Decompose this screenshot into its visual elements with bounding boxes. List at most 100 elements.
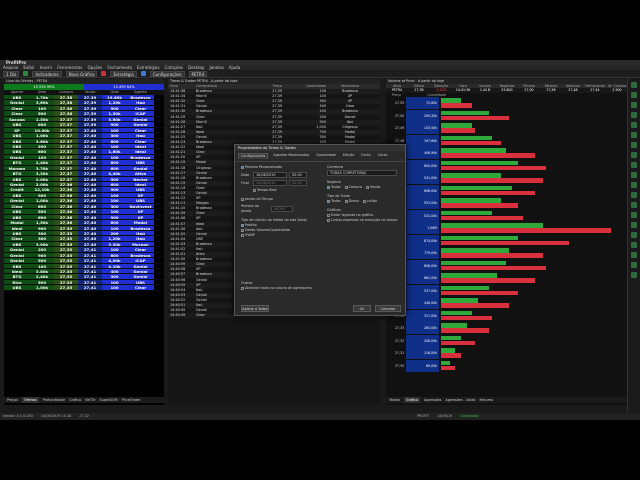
depth-row[interactable]: 27,37661,00k [386, 272, 640, 285]
depth-tab[interactable]: Resumo [480, 397, 494, 403]
depth-row[interactable]: 27,43553,00k [386, 197, 640, 210]
order-book-tab[interactable]: Ofertas [22, 397, 39, 403]
sell-volume-bar [441, 315, 492, 321]
order-book-tab[interactable]: Gráfico [69, 397, 81, 403]
sidebar-tool-icon[interactable] [631, 242, 637, 248]
option-radio[interactable] [344, 185, 348, 189]
order-book-tab[interactable]: NeTTe [85, 397, 95, 403]
sidebar-tool-icon[interactable] [631, 272, 637, 278]
window-period-field[interactable]: 60000 [271, 206, 293, 212]
sidebar-tool-icon[interactable] [631, 152, 637, 158]
depth-row[interactable]: 27,31 118,00k [386, 347, 640, 360]
buy-volume-bar [441, 235, 518, 241]
option-radio[interactable] [327, 199, 330, 203]
sidebar-tool-icon[interactable] [631, 92, 637, 98]
option-radio[interactable] [327, 185, 330, 189]
sidebar-tool-icon[interactable] [631, 142, 637, 148]
order-book-tab[interactable]: Profundidade [43, 397, 65, 403]
depth-row[interactable]: 27,411,06M [386, 222, 640, 235]
dialog-tab[interactable]: Cores [376, 153, 390, 159]
depth-row[interactable]: 27,40874,00k [386, 234, 640, 247]
option-radio[interactable] [241, 233, 244, 237]
chart-icon[interactable] [23, 71, 29, 76]
apply-all-button[interactable]: Aplicar a Todos [241, 305, 269, 312]
depth-tab[interactable]: Tabela [389, 397, 400, 403]
sidebar-tool-icon[interactable] [631, 212, 637, 218]
depth-row[interactable]: 27,46600,00k [386, 159, 640, 172]
depth-row[interactable]: 27,47406,90k [386, 147, 640, 160]
depth-tab[interactable]: Gráfico [403, 397, 421, 403]
depth-tab[interactable]: Agressões [424, 397, 441, 403]
dialog-tab[interactable]: Edição [341, 153, 356, 159]
depth-row[interactable]: 27,45541,00k [386, 172, 640, 185]
depth-tab[interactable]: Agressões - Saldo [445, 397, 475, 403]
period-radio[interactable] [241, 165, 244, 169]
option-radio[interactable] [344, 199, 348, 203]
option-radio[interactable] [241, 223, 244, 227]
settings-button[interactable]: Configurações [149, 70, 185, 77]
depth-row[interactable]: 27,32 206,00k [386, 334, 640, 347]
order-book-tab[interactable]: Preços [7, 397, 18, 403]
sidebar-tool-icon[interactable] [631, 172, 637, 178]
sidebar-tool-icon[interactable] [631, 262, 637, 268]
order-book-tab[interactable]: PriceTrader [122, 397, 141, 403]
depth-row[interactable]: 27,35446,00k [386, 297, 640, 310]
start-date-field[interactable]: 16/06/2019 [253, 172, 287, 178]
depth-row[interactable]: 27,49 103,50k [386, 122, 640, 135]
period-select[interactable]: 1 Dia [3, 70, 20, 77]
sidebar-tool-icon[interactable] [631, 102, 637, 108]
sidebar-tool-icon[interactable] [631, 112, 637, 118]
end-date-field[interactable]: 14/06/2019 [253, 180, 287, 186]
broker-select[interactable]: TODAS CORRETORAS [327, 170, 397, 176]
depth-row[interactable]: 27,34317,00k [386, 309, 640, 322]
depth-row[interactable]: 27,48 197,60k [386, 134, 640, 147]
sidebar-tool-icon[interactable] [631, 222, 637, 228]
sidebar-tool-icon[interactable] [631, 82, 637, 88]
dialog-tab[interactable]: Configurações [238, 153, 269, 159]
realtime-checkbox[interactable] [253, 188, 256, 192]
start-time-field[interactable]: 00:00 [289, 172, 307, 178]
gear-icon[interactable] [140, 71, 146, 76]
sidebar-tool-icon[interactable] [631, 232, 637, 238]
ticker-input[interactable]: PETR4 [188, 70, 208, 77]
sidebar-tool-icon[interactable] [631, 202, 637, 208]
depth-row[interactable]: 27,33 284,00k [386, 322, 640, 335]
end-time-field[interactable]: 00:00 [289, 180, 307, 186]
trade-cell: 14:40:49 [170, 313, 186, 318]
sidebar-tool-icon[interactable] [631, 252, 637, 258]
dialog-tab[interactable]: Agentes Monitorados [271, 153, 311, 159]
option-radio[interactable] [362, 199, 366, 203]
new-chart-button[interactable]: Novo Gráfico [65, 70, 98, 77]
abbreviate-checkbox[interactable] [241, 286, 244, 290]
depth-row[interactable]: 27,44698,00k [386, 184, 640, 197]
order-book-row[interactable]: UBS 1,00k 27,35 27,41 100 Clear [4, 285, 164, 291]
window-label: Janela de Tempo [245, 197, 273, 201]
dialog-tab[interactable]: Quantidade [314, 153, 338, 159]
filter-section: Corretora TODAS CORRETORAS Negócio Todos… [327, 165, 403, 223]
ok-button[interactable]: Ok [353, 305, 371, 312]
window-radio[interactable] [241, 197, 244, 201]
depth-row[interactable]: 27,30 60,00k [386, 359, 640, 372]
depth-row[interactable]: 27,38806,00k [386, 259, 640, 272]
option-radio[interactable] [365, 185, 369, 189]
depth-row[interactable]: 27,42521,00k [386, 209, 640, 222]
depth-row[interactable]: 27,50 209,30k [386, 109, 640, 122]
sidebar-tool-icon[interactable] [631, 192, 637, 198]
sidebar-tool-icon[interactable] [631, 182, 637, 188]
sidebar-tool-icon[interactable] [631, 122, 637, 128]
depth-row[interactable]: 27,36537,00k [386, 284, 640, 297]
strategy-button[interactable]: Estratégia [110, 70, 137, 77]
sidebar-tool-icon[interactable] [631, 162, 637, 168]
indicators-button[interactable]: Indicadores [32, 70, 62, 77]
depth-row[interactable]: 27,39779,00k [386, 247, 640, 260]
sidebar-tool-icon[interactable] [631, 132, 637, 138]
cancel-button[interactable]: Cancelar [375, 305, 401, 312]
legend-checkbox[interactable] [327, 213, 330, 217]
order-book-cell: 3,70k [30, 165, 54, 171]
thick-lines-checkbox[interactable] [327, 218, 330, 222]
depth-row[interactable]: 27,53 72,60k [386, 97, 640, 110]
order-book-tab[interactable]: SuperDOM [99, 397, 117, 403]
option-radio[interactable] [241, 228, 244, 232]
dialog-tab[interactable]: Fonte [359, 153, 372, 159]
record-icon[interactable] [101, 71, 107, 76]
